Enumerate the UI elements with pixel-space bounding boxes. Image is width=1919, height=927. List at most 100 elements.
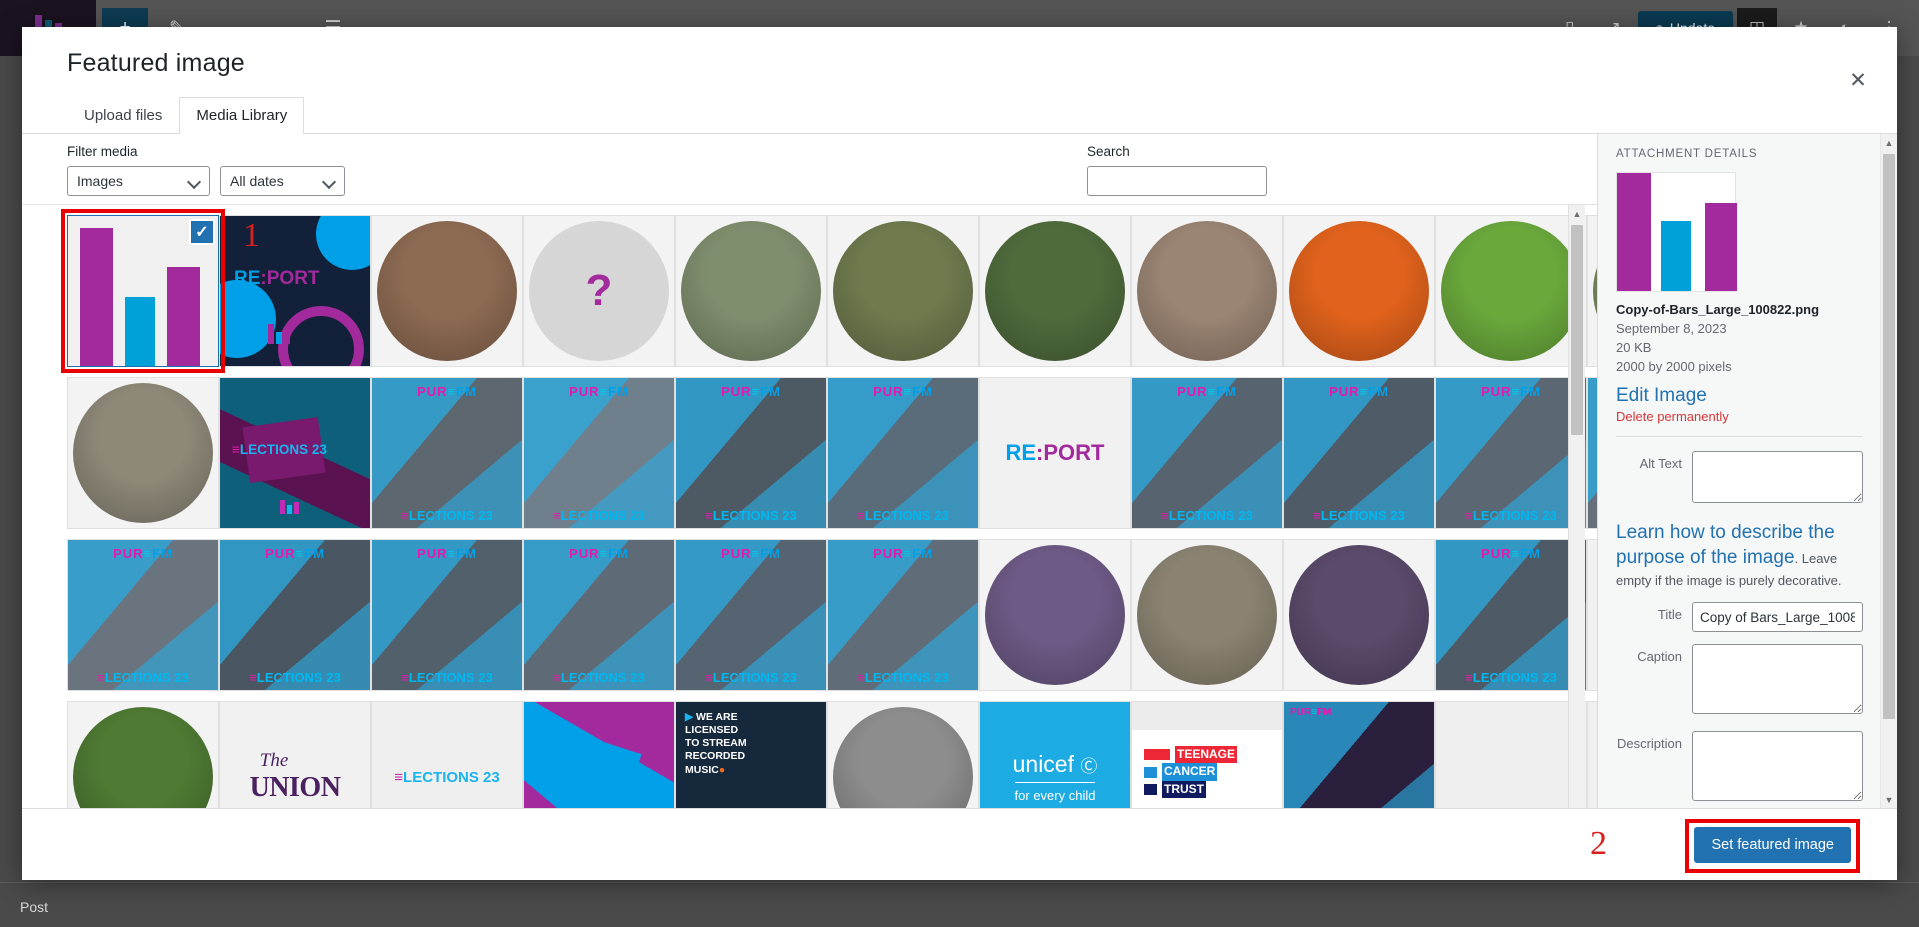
purefm-logo-icon: PUR≡FM [873,546,933,561]
scrollbar-thumb[interactable] [1883,154,1895,719]
elections-23-caption: ≡LECTIONS 23 [1588,508,1597,523]
purefm-elections-interview[interactable]: PUR≡FM ≡LECTIONS 23 [67,539,219,691]
title-field[interactable] [1692,602,1863,633]
the-union-logo-icon: The UNION [249,750,341,803]
purefm-logo-icon: PUR≡FM [1290,707,1332,718]
purefm-elections-interview[interactable]: PUR≡FM ≡LECTIONS 23 [1283,377,1435,529]
description-field-row: Description [1616,731,1863,806]
presenter-avatar[interactable] [675,215,827,367]
purefm-logo-icon: PUR≡FM [1481,546,1541,561]
the-union-logo-tile[interactable]: The UNION [219,701,371,808]
varsity-logo-icon: VARSI▌▌TY [1588,540,1597,690]
set-featured-image-button[interactable]: Set featured image [1694,826,1851,863]
licence-text: ▶ WE ARE LICENSED TO STREAM RECORDED MUSIC● [685,711,747,776]
elections-23-caption: ≡LECTIONS 23 [705,508,797,523]
purefm-logo-icon: PUR≡FM [569,546,629,561]
search-input[interactable] [1087,166,1267,196]
volunteer-hi-vis-photo[interactable] [1283,215,1435,367]
selected-media-tile[interactable]: ✓ [67,215,219,367]
scroll-up-arrow-icon[interactable]: ▲ [1569,205,1585,222]
scrollbar-thumb[interactable] [1571,225,1583,435]
media-type-select[interactable]: All media itemsImagesAudioVideoDocuments… [67,166,210,196]
elections-23-caption: ≡LECTIONS 23 [857,508,949,523]
post-breadcrumb-label: Post [20,899,49,915]
caption-field[interactable] [1692,644,1863,715]
elections-23-caption: ≡LECTIONS 23 [401,508,493,523]
tab-media-library[interactable]: Media Library [179,97,305,134]
date-filter-select[interactable]: All datesSeptember 2023August 2023July 2… [220,166,345,196]
varsity-logo-tile[interactable]: VARSI▌▌TY [1587,539,1597,691]
elections-23-caption: ≡LECTIONS 23 [401,670,493,685]
modal-header: Featured image ✕ Upload files Media Libr… [22,27,1897,134]
report-logo-tile[interactable]: RE:PORT [979,377,1131,529]
elections-23-caption: ≡LECTIONS 23 [705,670,797,685]
scroll-down-arrow-icon[interactable]: ▼ [1881,791,1897,808]
tab-upload-files[interactable]: Upload files [67,97,179,134]
media-grid-scrollbar[interactable]: ▲ [1568,205,1585,808]
elections-23-caption: ≡LECTIONS 23 [1465,508,1557,523]
description-field[interactable] [1692,731,1863,802]
purefm-elections-interview[interactable]: PUR≡FM ≡LECTIONS 23 [371,539,523,691]
filter-toolbar: Filter media All media itemsImagesAudioV… [22,134,1597,204]
presenter-avatar[interactable] [371,215,523,367]
purefm-elections-interview[interactable]: PUR≡FM ≡LECTIONS 23 [1435,539,1587,691]
elections-23-caption: ≡LECTIONS 23 [553,670,645,685]
purefm-elections-interview[interactable]: PUR≡FM ≡LECTIONS 23 [827,377,979,529]
purefm-elections-interview[interactable]: PUR≡FM ≡LECTIONS 23 [675,539,827,691]
elections-23-logo-tile[interactable]: ≡ LECTIONS 23 [371,701,523,808]
teenage-cancer-trust-logo-tile[interactable]: TEENAGE CANCER TRUST [1131,701,1283,808]
attachment-filename: Copy-of-Bars_Large_100822.png [1616,302,1820,317]
ppl-prs-licence-tile[interactable]: ▶ WE ARELICENSEDTO STREAMRECORDEDMUSIC●P… [675,701,827,808]
protest-crowd-photo[interactable] [979,539,1131,691]
modal-body: Filter media All media itemsImagesAudioV… [22,134,1897,808]
rock-formation-photo[interactable] [67,377,219,529]
report-branding-tile[interactable]: RE:PORT [219,215,371,367]
purefm-elections-interview[interactable]: PUR≡FM ≡LECTIONS 23 [1587,377,1597,529]
studio-group-photo[interactable] [1283,539,1435,691]
media-browser-pane: Filter media All media itemsImagesAudioV… [22,134,1597,808]
scroll-up-arrow-icon[interactable]: ▲ [1881,134,1897,151]
purefm-elections-interview[interactable]: PUR≡FM ≡LECTIONS 23 [1435,377,1587,529]
purefm-logo-icon: PUR≡FM [873,384,933,399]
purefm-elections-interview[interactable]: PUR≡FM ≡LECTIONS 23 [523,539,675,691]
presenter-avatar[interactable] [1131,215,1283,367]
delete-permanently-link[interactable]: Delete permanently [1616,409,1863,424]
presenter-avatar[interactable] [827,215,979,367]
pitch-line-photo[interactable] [67,701,219,808]
editor-status-bar [0,882,1919,927]
date-filter-select-wrapper: All datesSeptember 2023August 2023July 2… [220,166,345,196]
purefm-elections-interview[interactable]: PUR≡FM ≡LECTIONS 23 [219,539,371,691]
placeholder-question-avatar[interactable]: ? [523,215,675,367]
purefm-matchday-tile[interactable]: PUR≡FM [1283,701,1435,808]
modal-footer: 2 Set featured image [22,808,1897,880]
abstract-shapes-tile[interactable] [523,701,675,808]
purefm-elections-interview[interactable]: PUR≡FM ≡LECTIONS 23 [1131,377,1283,529]
purefm-logo-icon: PUR≡FM [1481,384,1541,399]
outdoor-portrait-photo[interactable] [1587,215,1597,367]
purefm-elections-interview[interactable]: PUR≡FM ≡LECTIONS 23 [371,377,523,529]
filter-select-group: All media itemsImagesAudioVideoDocuments… [67,166,1597,196]
close-icon[interactable]: ✕ [1841,63,1875,97]
empty-media-tile[interactable] [1587,701,1597,808]
purefm-elections-interview[interactable]: PUR≡FM ≡LECTIONS 23 [523,377,675,529]
sports-ground-photo[interactable] [1435,215,1587,367]
purefm-elections-interview[interactable]: PUR≡FM ≡LECTIONS 23 [827,539,979,691]
bar-chart-attachment-thumbnail[interactable] [1616,172,1737,292]
elections-23-label: ≡LECTIONS 23 [232,442,327,457]
presenter-avatar[interactable] [979,215,1131,367]
purefm-logo-icon: PUR≡FM [1329,384,1389,399]
elections-23-graphic[interactable]: ≡LECTIONS 23 [219,377,371,529]
empty-media-tile[interactable] [1435,701,1587,808]
purefm-elections-interview[interactable]: PUR≡FM ≡LECTIONS 23 [675,377,827,529]
attachment-filesize: 20 KB [1616,339,1652,355]
elections-23-caption: ≡LECTIONS 23 [1465,670,1557,685]
outdoor-interview-photo[interactable] [1131,539,1283,691]
purefm-logo-icon: PUR≡FM [721,384,781,399]
elections-23-caption: ≡LECTIONS 23 [1161,508,1253,523]
purefm-logo-icon: PUR≡FM [417,384,477,399]
student-radio-awards-photo[interactable] [827,701,979,808]
unicef-logo-tile[interactable]: unicef Ⓒfor every child [979,701,1131,808]
alt-text-field[interactable] [1692,450,1863,503]
details-scrollbar[interactable]: ▲ ▼ [1880,134,1897,808]
edit-image-link[interactable]: Edit Image [1616,385,1707,407]
